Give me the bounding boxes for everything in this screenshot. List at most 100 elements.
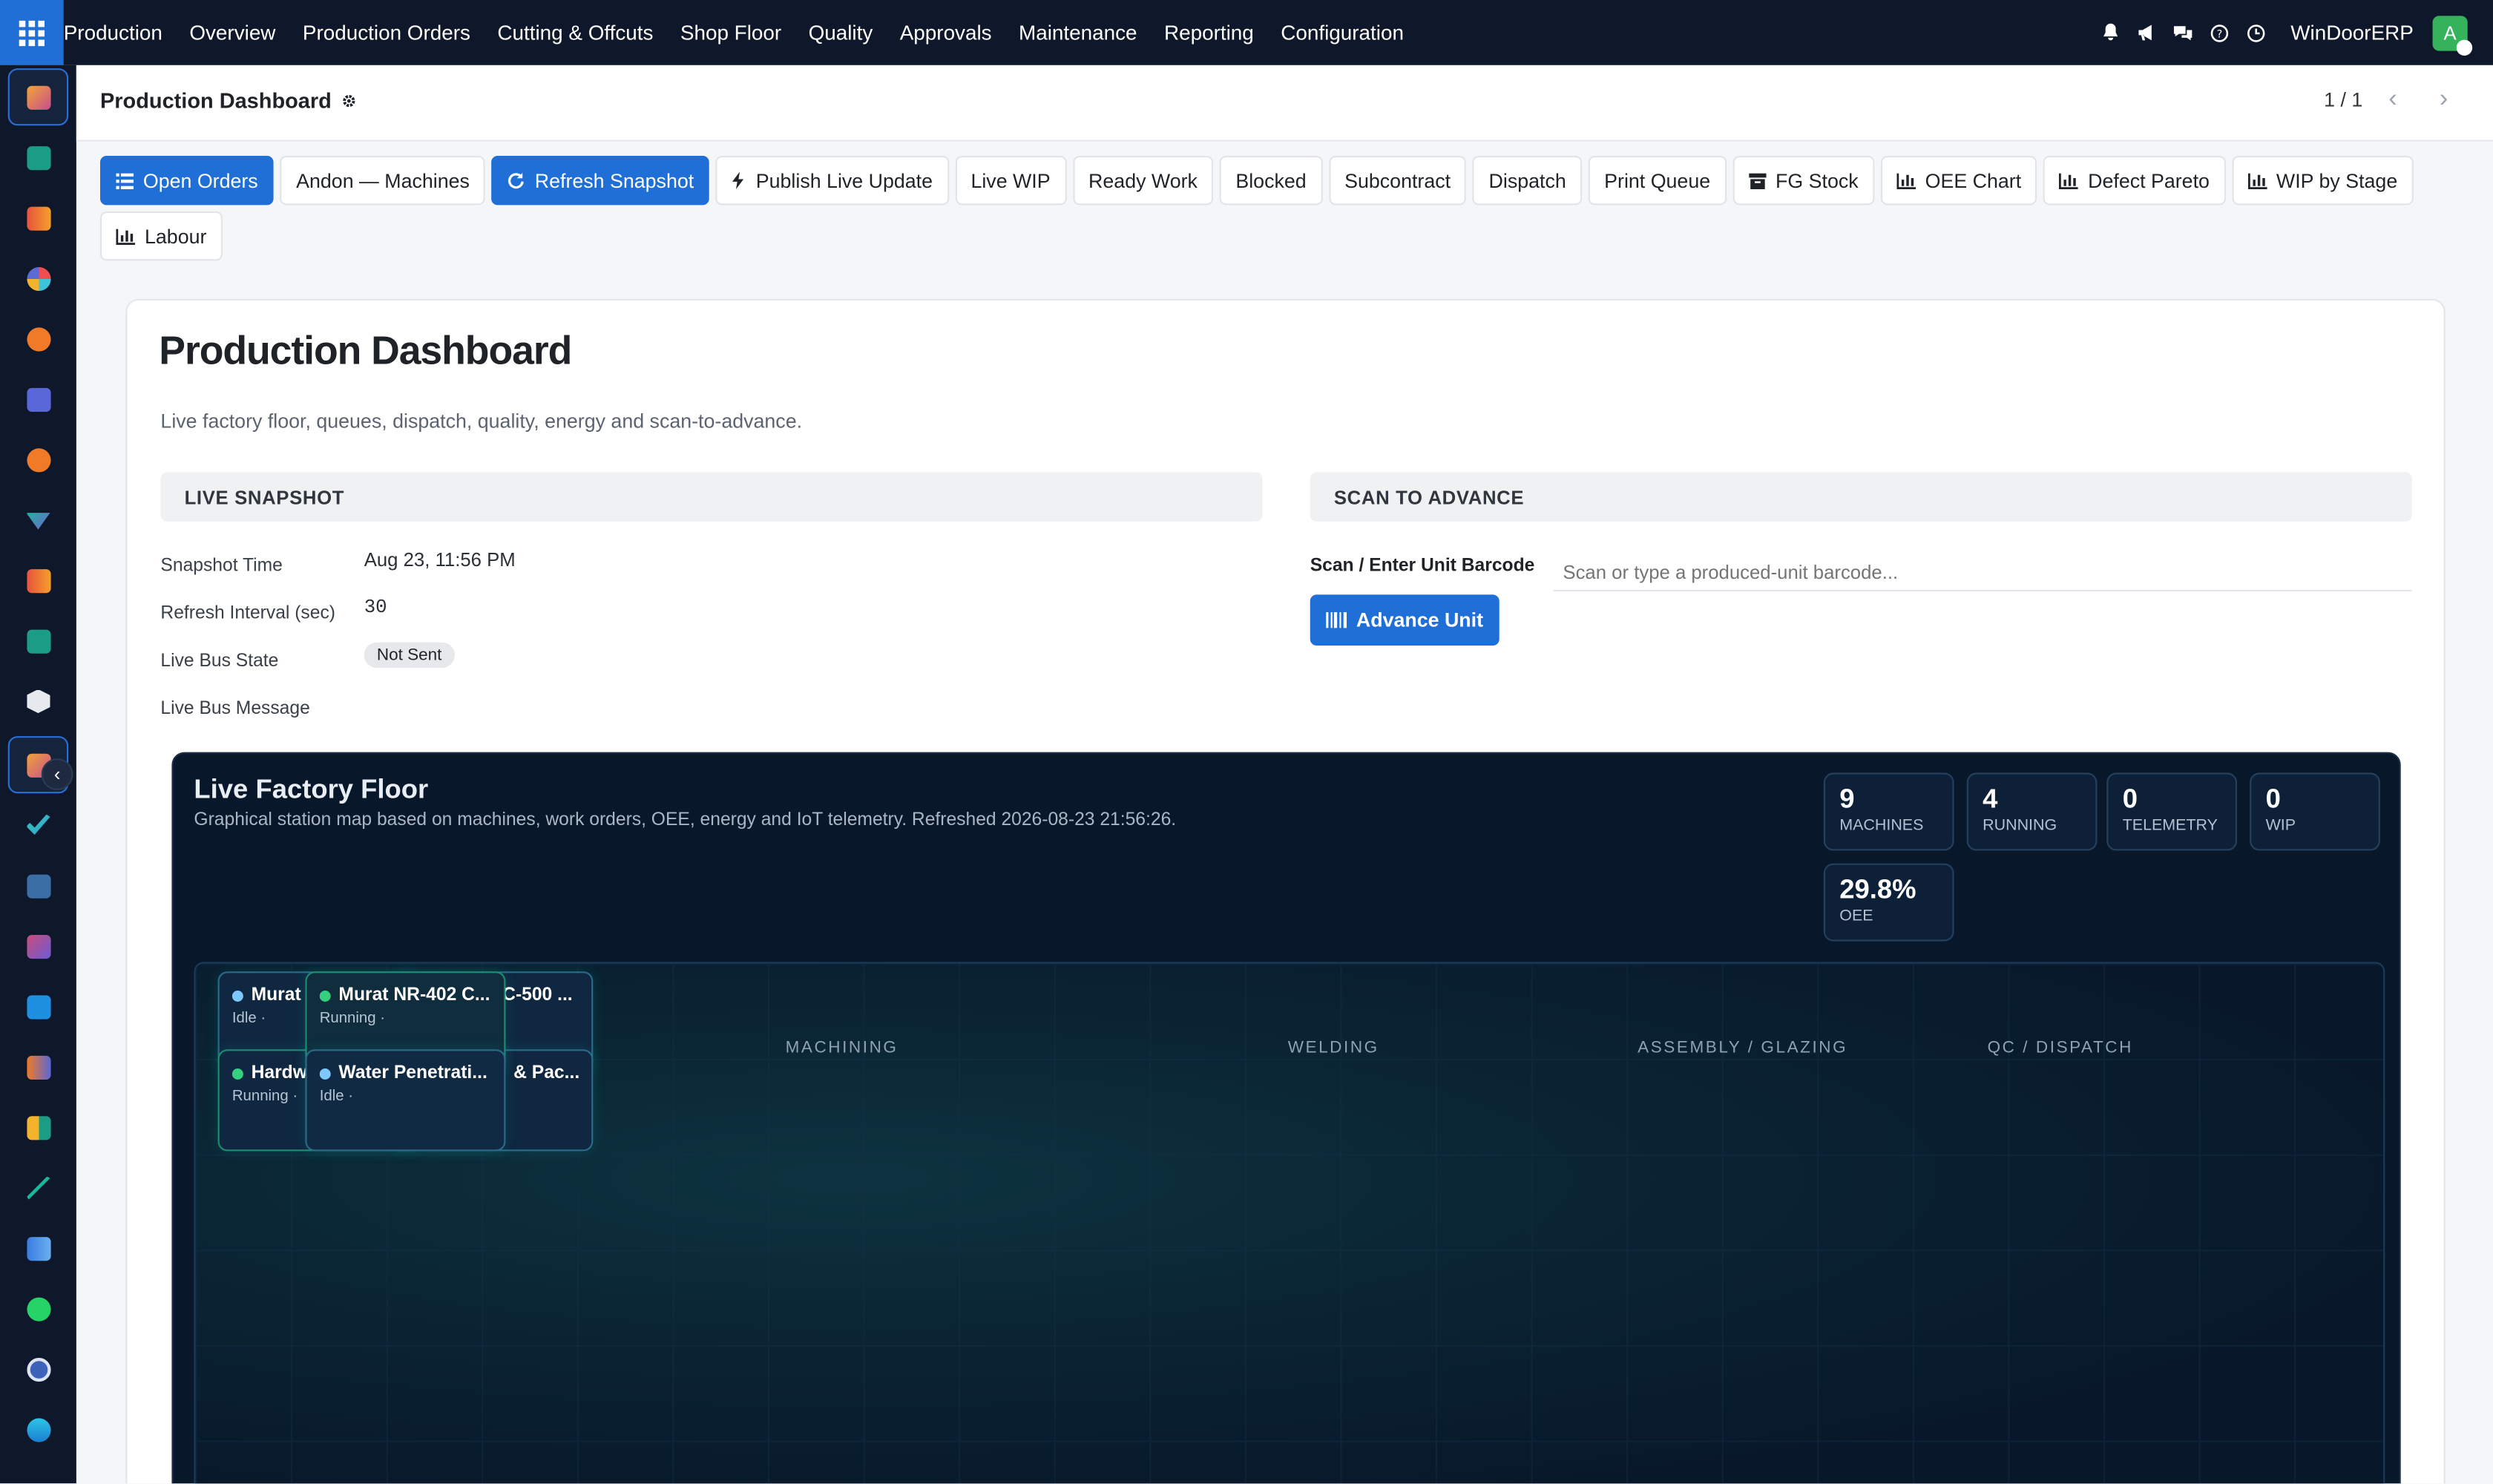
chevron-right-icon: › <box>2439 85 2448 114</box>
cube-app-icon <box>26 689 50 714</box>
svg-text:?: ? <box>2217 28 2223 40</box>
menu-item-quality[interactable]: Quality <box>795 21 886 45</box>
toolbar-button-oee-chart[interactable]: OEE Chart <box>1880 156 2037 206</box>
timer-app-icon <box>26 1356 50 1382</box>
sidebar-app-plm[interactable] <box>8 917 68 974</box>
sidebar-app-dashboards[interactable] <box>8 249 68 306</box>
toolbar-button-label: OEE Chart <box>1925 169 2022 192</box>
mail-app-icon <box>26 387 50 411</box>
sidebar-app-invoicing[interactable] <box>8 978 68 1035</box>
sidebar-app-livechat[interactable] <box>8 431 68 488</box>
sync-app-icon <box>26 1417 50 1442</box>
clock-icon[interactable] <box>2239 23 2275 42</box>
toolbar-button-blocked[interactable]: Blocked <box>1219 156 1323 206</box>
kpi-value: 0 <box>2265 784 2281 815</box>
bar-chart-icon <box>2247 172 2267 188</box>
toolbar-button-fg-stock[interactable]: FG Stock <box>1732 156 1875 206</box>
sidebar-app-analytics[interactable] <box>8 552 68 609</box>
sidebar-app-knowledge[interactable] <box>8 857 68 914</box>
machine-card[interactable]: Water Penetrati... Idle · <box>305 1049 506 1152</box>
bar-chart-icon <box>1896 172 1916 188</box>
sidebar-app-discuss[interactable] <box>8 310 68 367</box>
menu-item-maintenance[interactable]: Maintenance <box>1005 21 1151 45</box>
barcode-input[interactable] <box>1553 553 2412 592</box>
chat-icon[interactable] <box>2165 22 2201 43</box>
whatsapp-app-icon <box>26 1296 50 1321</box>
sidebar-collapse-button[interactable]: ‹ <box>41 758 73 790</box>
pager-previous-button[interactable]: ‹ <box>2372 79 2414 121</box>
pager-value[interactable]: 1 / 1 <box>2324 89 2362 111</box>
gear-icon[interactable] <box>340 92 358 110</box>
megaphone-icon[interactable] <box>2129 22 2165 43</box>
user-avatar[interactable]: A <box>2432 15 2473 55</box>
toolbar-button-subcontract[interactable]: Subcontract <box>1328 156 1467 206</box>
toolbar-button-label: Ready Work <box>1088 169 1198 192</box>
list-icon <box>116 172 134 188</box>
sidebar-app-sync[interactable] <box>8 1401 68 1458</box>
arrow-app-icon <box>26 513 50 530</box>
sidebar-app-inventory[interactable] <box>8 672 68 729</box>
action-button-bar: Open Orders Andon — Machines Refresh Snaps… <box>100 156 2422 261</box>
machine-name: Water Penetrati... <box>319 1064 491 1083</box>
sidebar-app-project[interactable] <box>8 797 68 854</box>
layout-app-icon <box>26 1236 50 1261</box>
advance-unit-button[interactable]: Advance Unit <box>1310 594 1500 646</box>
pager-next-button[interactable]: › <box>2423 79 2465 121</box>
toolbar-button-wip-by-stage[interactable]: WIP by Stage <box>2231 156 2414 206</box>
book-app-icon <box>26 873 50 898</box>
menu-brand[interactable]: Production <box>64 21 176 45</box>
sidebar-app-contacts[interactable] <box>8 129 68 186</box>
barcode-label: Scan / Enter Unit Barcode <box>1310 556 1535 576</box>
company-name[interactable]: WinDoorERP <box>2290 21 2414 45</box>
sidebar-app-mail[interactable] <box>8 370 68 427</box>
sidebar-app-reports[interactable] <box>8 189 68 246</box>
menu-item-production-orders[interactable]: Production Orders <box>289 21 485 45</box>
toolbar-button-live-wip[interactable]: Live WIP <box>955 156 1067 206</box>
live-bus-state-label: Live Bus State <box>160 651 279 672</box>
sidebar-app-production[interactable] <box>7 68 69 126</box>
machine-status: Idle · <box>319 1087 353 1106</box>
sidebar-app-calendar[interactable] <box>8 1099 68 1156</box>
toolbar-button-open-orders[interactable]: Open Orders <box>100 156 275 206</box>
sidebar-app-marketing[interactable] <box>8 491 68 548</box>
bell-icon[interactable] <box>2092 22 2128 43</box>
sidebar-app-employees[interactable] <box>8 612 68 669</box>
menu-item-approvals[interactable]: Approvals <box>887 21 1005 45</box>
menu-item-shop-floor[interactable]: Shop Floor <box>667 21 795 45</box>
sidebar-app-whatsapp[interactable] <box>8 1280 68 1337</box>
sidebar-app-website[interactable] <box>8 1220 68 1277</box>
kpi-wip: 0 WIP <box>2250 772 2380 851</box>
toolbar-button-dispatch[interactable]: Dispatch <box>1473 156 1583 206</box>
grid-icon <box>19 19 45 46</box>
toolbar-button-andon-machines[interactable]: Andon — Machines <box>280 156 486 206</box>
sidebar-app-sign[interactable] <box>8 1159 68 1216</box>
toolbar-button-refresh-snapshot[interactable]: Refresh Snapshot <box>491 156 710 206</box>
sidebar-app-timesheet[interactable] <box>8 1340 68 1397</box>
status-dot <box>2456 39 2473 55</box>
toolbar-button-labour[interactable]: Labour <box>100 211 223 261</box>
toolbar-button-publish-live-update[interactable]: Publish Live Update <box>716 156 949 206</box>
page-title: Production Dashboard <box>100 89 332 114</box>
refresh-interval-value[interactable]: 30 <box>364 597 387 619</box>
menu-item-cutting-offcuts[interactable]: Cutting & Offcuts <box>484 21 666 45</box>
breadcrumb: Production Dashboard <box>100 89 357 113</box>
menu-item-configuration[interactable]: Configuration <box>1267 21 1417 45</box>
sidebar-app-team[interactable] <box>8 1038 68 1095</box>
kpi-oee: 29.8% OEE <box>1823 863 1954 942</box>
menu-item-reporting[interactable]: Reporting <box>1151 21 1267 45</box>
help-icon[interactable]: ? <box>2201 23 2238 42</box>
kpi-label: RUNNING <box>1983 817 2057 835</box>
toolbar-button-label: Dispatch <box>1488 169 1566 192</box>
dashboard-heading: Production Dashboard <box>159 329 572 374</box>
toolbar-button-defect-pareto[interactable]: Defect Pareto <box>2043 156 2226 206</box>
kpi-running: 4 RUNNING <box>1966 772 2098 851</box>
toolbar-button-label: Open Orders <box>142 169 258 192</box>
app-switcher-button[interactable] <box>0 0 64 65</box>
scan-to-advance-header: SCAN TO ADVANCE <box>1310 472 2412 522</box>
toolbar-button-print-queue[interactable]: Print Queue <box>1588 156 1727 206</box>
snapshot-time-value[interactable]: Aug 23, 11:56 PM <box>364 548 516 571</box>
menu-item-overview[interactable]: Overview <box>176 21 289 45</box>
kpi-telemetry: 0 TELEMETRY <box>2106 772 2237 851</box>
toolbar-button-ready-work[interactable]: Ready Work <box>1072 156 1214 206</box>
kpi-label: OEE <box>1839 907 1873 926</box>
